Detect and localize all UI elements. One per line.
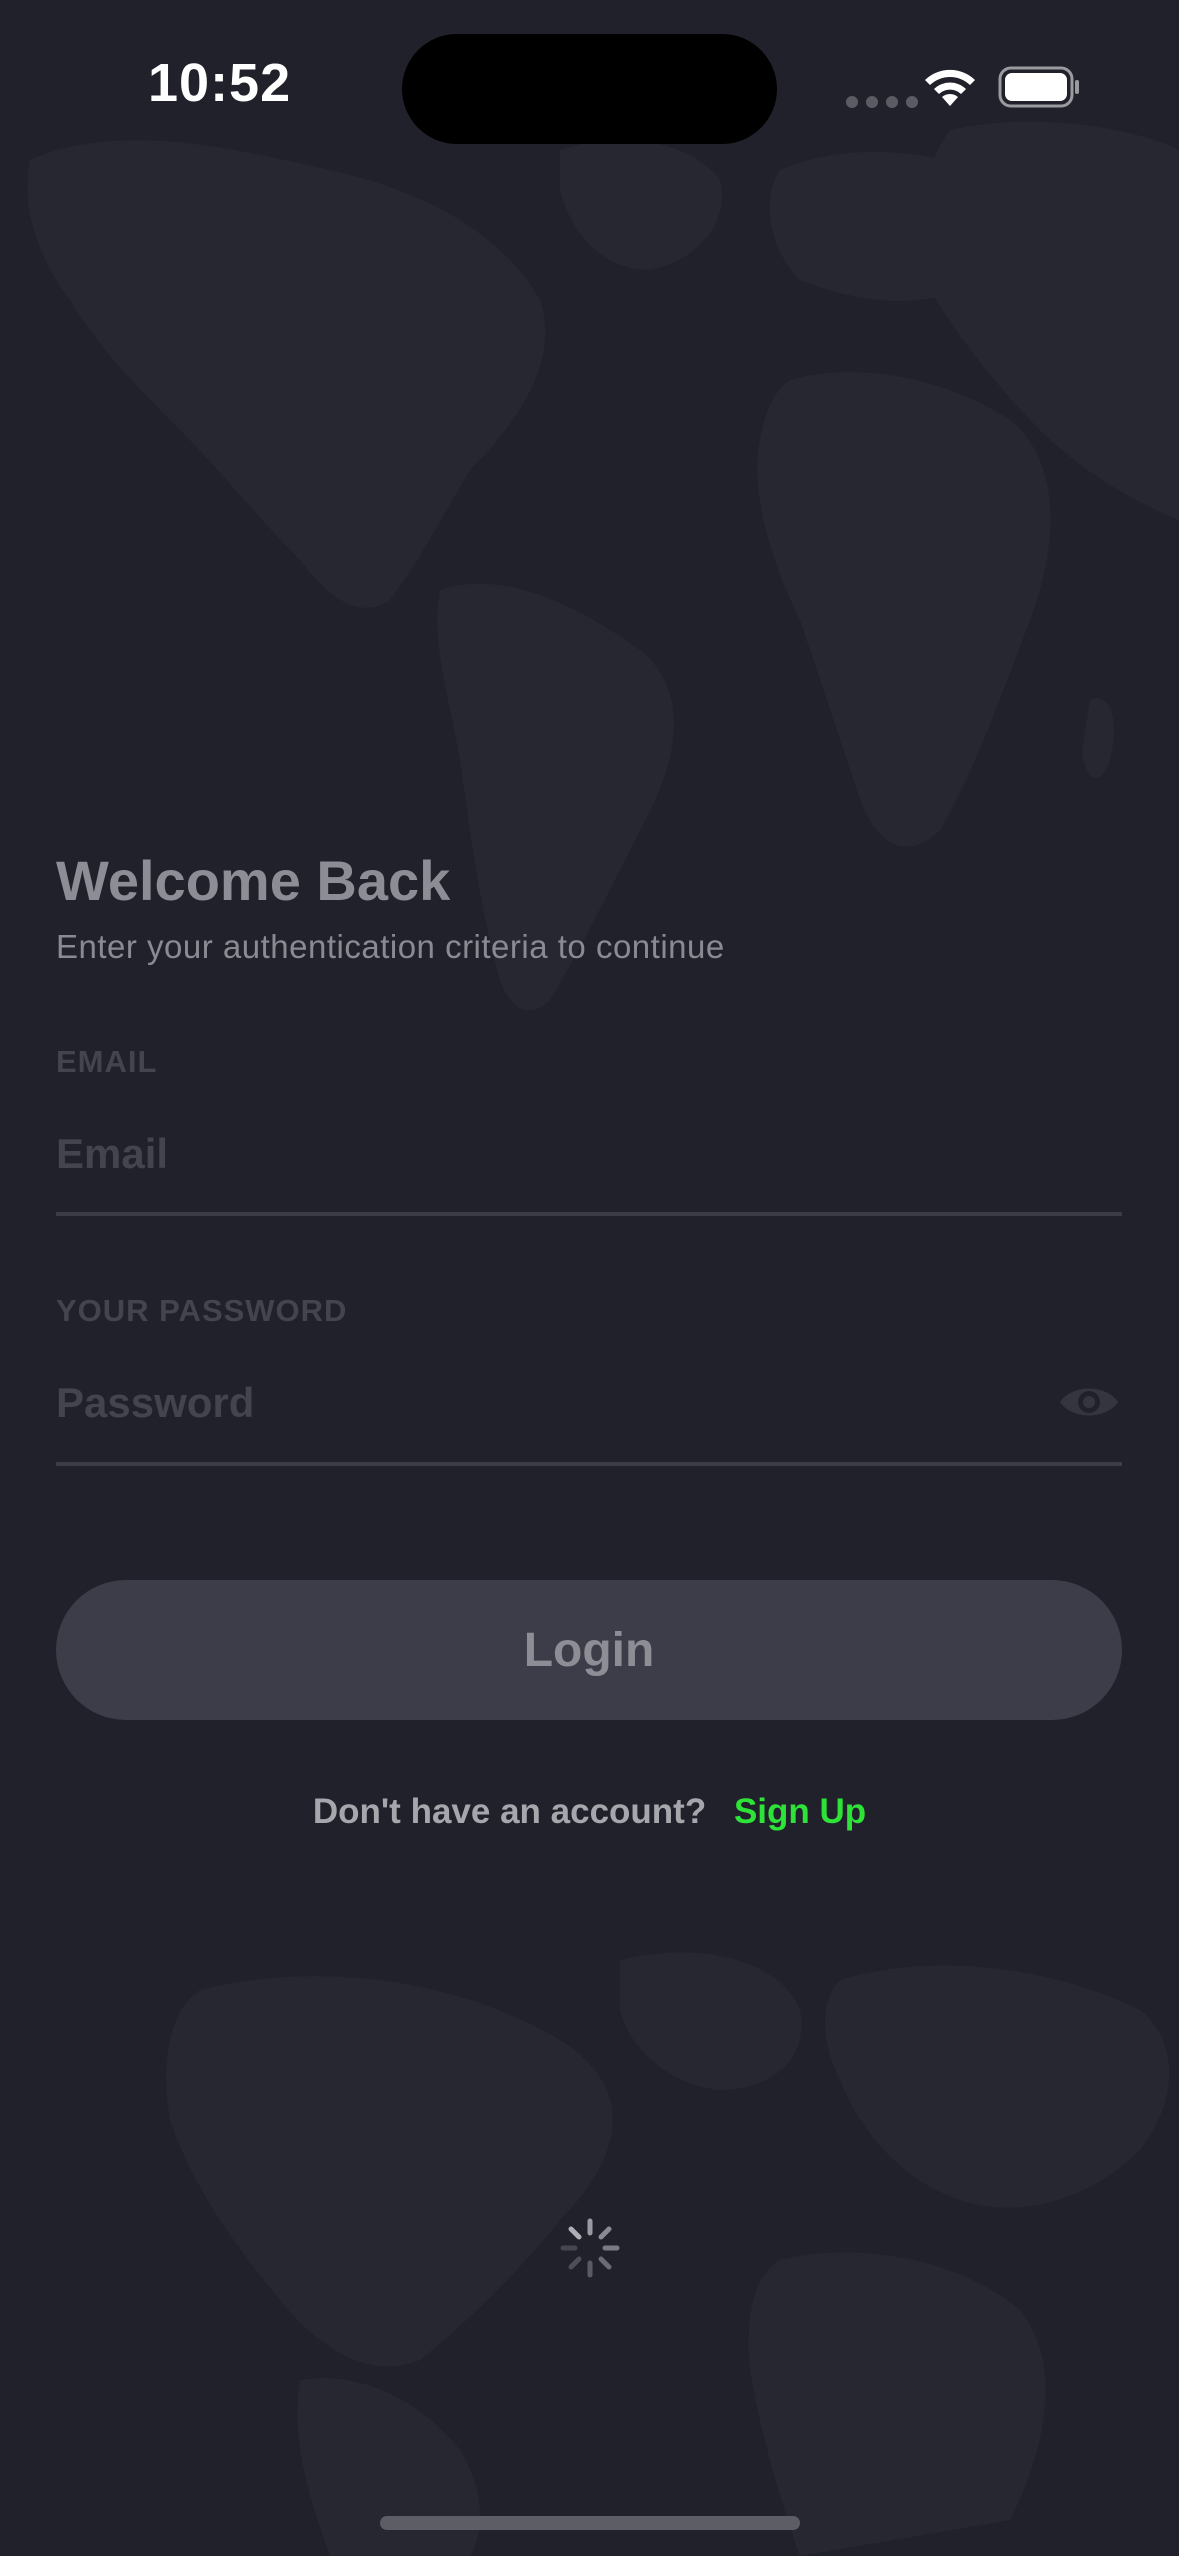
dynamic-island [402,34,777,144]
password-label: YOUR PASSWORD [56,1293,348,1328]
page-title: Welcome Back [56,849,451,912]
signup-prompt: Don't have an account? [312,1792,707,1831]
wifi-icon [925,69,975,106]
page-subtitle: Enter your authentication criteria to co… [56,928,725,965]
signup-link[interactable]: Sign Up [734,1792,866,1831]
login-button[interactable]: Login [56,1580,1122,1720]
email-underline [56,1212,1122,1216]
home-indicator[interactable] [380,2516,800,2530]
eye-icon[interactable] [1058,1380,1120,1424]
status-bar-time: 10:52 [148,53,292,113]
password-field[interactable] [56,1363,1036,1443]
email-field[interactable] [56,1114,1122,1194]
spinner-icon [560,2218,620,2278]
battery-icon [998,66,1079,108]
email-label: EMAIL [56,1044,158,1079]
signup-row: Don't have an account? Sign Up [0,1792,1179,1832]
world-map-background [27,121,1179,2556]
login-screen: 10:52 Welcome Back Enter your authentica… [0,0,1179,2556]
password-underline [56,1462,1122,1466]
signal-dots-icon [846,96,918,108]
